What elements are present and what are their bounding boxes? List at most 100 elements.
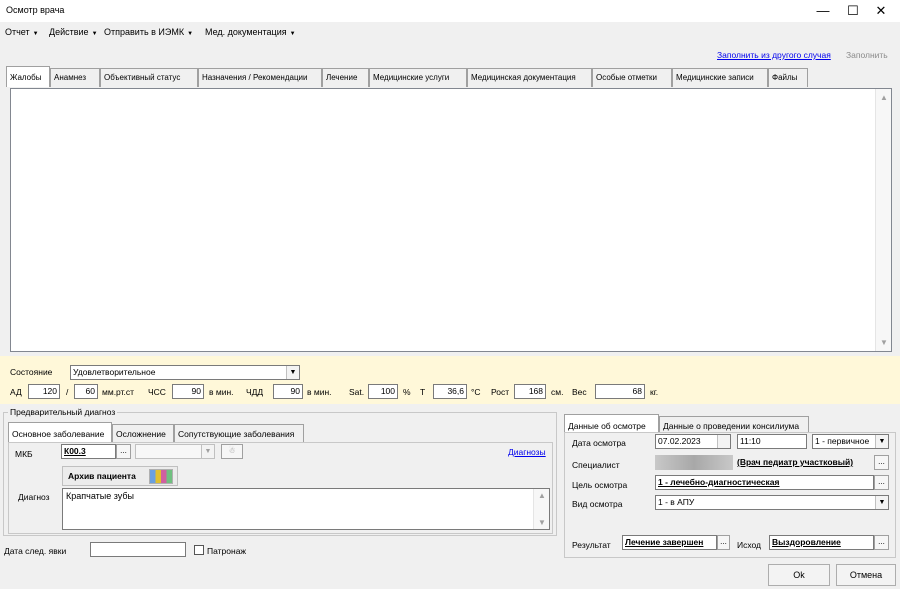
scroll-down-icon[interactable]: ▼ [876,338,892,347]
weight-input[interactable]: 68 [595,384,645,399]
tab-files[interactable]: Файлы [768,68,808,87]
rr-input[interactable]: 90 [273,384,303,399]
tab-main-disease[interactable]: Основное заболевание [8,422,112,443]
weight-unit: кг. [650,387,659,397]
fill-link[interactable]: Заполнить [846,50,888,60]
complaints-textarea[interactable]: ▲ ▼ [10,88,892,352]
close-button[interactable]: ✕ [866,0,896,22]
menu-bar: Отчет ▼ Действие ▼ Отправить в ИЭМК ▼ Мед. … [0,22,900,42]
tab-complaints[interactable]: Жалобы [6,66,50,87]
cancel-button[interactable]: Отмена [836,564,896,586]
mkb-browse-button[interactable]: ... [116,444,131,459]
patronage-label: Патронаж [207,546,247,556]
exam-date-input[interactable]: 07.02.2023 [655,434,731,449]
outcome-browse-button[interactable]: ... [874,535,889,550]
exam-kind-label: Вид осмотра [572,499,623,509]
purpose-label: Цель осмотра [572,480,628,490]
diagnosis-textarea[interactable]: Крапчатые зубы ▲ ▼ [62,488,550,530]
state-label: Состояние [10,367,53,377]
exam-kind-select[interactable]: 1 - в АПУ ▼ [655,495,889,510]
menu-report[interactable]: Отчет ▼ [5,27,39,37]
minimize-button[interactable]: — [808,0,838,22]
sat-unit: % [403,387,411,397]
specialist-name-redacted [655,455,733,470]
result-label: Результат [572,540,611,550]
temperature-unit: °С [471,387,481,397]
tab-prescriptions[interactable]: Назначения / Рекомендации [198,68,322,87]
exam-type-select[interactable]: 1 - первичное ▼ [812,434,889,449]
archive-button[interactable]: Архив пациента [62,466,178,486]
next-visit-input[interactable] [90,542,186,557]
mkb-secondary-select[interactable]: ▼ [135,444,215,459]
chevron-down-icon: ▼ [32,31,39,37]
tab-objective-status[interactable]: Объективный статус [100,68,198,87]
hr-label: ЧСС [148,387,166,397]
chevron-down-icon[interactable]: ▼ [875,496,888,509]
diagnosis-scrollbar[interactable]: ▲ ▼ [533,489,549,529]
result-input[interactable]: Лечение завершен [622,535,717,550]
tab-anamnesis[interactable]: Анамнез [50,68,100,87]
tab-concomitant-diseases[interactable]: Сопутствующие заболевания [174,424,304,443]
tab-medical-documentation[interactable]: Медицинская документация [467,68,592,87]
next-visit-label: Дата след. явки [4,546,67,556]
archive-button-label: Архив пациента [68,471,136,481]
ok-button[interactable]: Ok [768,564,830,586]
calendar-dropdown-icon[interactable] [717,435,730,448]
menu-med-docs[interactable]: Мед. документация ▼ [205,27,296,37]
maximize-button[interactable]: ☐ [838,0,868,22]
chevron-down-icon[interactable]: ▼ [201,445,214,458]
vitals-panel: Состояние Удовлетворительное ▼ АД 120 / … [0,356,900,404]
title-bar: Осмотр врача — ☐ ✕ [0,0,900,22]
ad-unit: мм.рт.ст [102,387,135,397]
rr-unit: в мин. [307,387,332,397]
scroll-up-icon[interactable]: ▲ [876,93,892,102]
height-input[interactable]: 168 [514,384,546,399]
tab-medical-records[interactable]: Медицинские записи [672,68,768,87]
tab-medical-services[interactable]: Медицинские услуги [369,68,467,87]
books-icon [149,469,173,484]
chevron-down-icon: ▼ [187,31,194,37]
mkb-input[interactable]: К00.3 [61,444,116,459]
chevron-down-icon: ▼ [289,31,296,37]
sat-input[interactable]: 100 [368,384,398,399]
outcome-input[interactable]: Выздоровление [769,535,874,550]
diagnoses-link[interactable]: Диагнозы [508,447,546,457]
ad-label: АД [10,387,22,397]
chevron-down-icon: ▼ [91,31,98,37]
exam-date-label: Дата осмотра [572,438,626,448]
state-select[interactable]: Удовлетворительное ▼ [70,365,300,380]
ad-diastolic-input[interactable]: 60 [74,384,98,399]
ad-systolic-input[interactable]: 120 [28,384,60,399]
vertical-scrollbar[interactable]: ▲ ▼ [875,89,891,351]
person-icon[interactable]: ☃ [221,444,243,459]
tab-special-notes[interactable]: Особые отметки [592,68,672,87]
chevron-down-icon[interactable]: ▼ [875,435,888,448]
mkb-label: МКБ [15,449,33,459]
tab-treatment[interactable]: Лечение [322,68,369,87]
chevron-down-icon[interactable]: ▼ [286,366,299,379]
weight-label: Вес [572,387,587,397]
temperature-label: Т [420,387,426,397]
result-browse-button[interactable]: ... [717,535,730,550]
hr-input[interactable]: 90 [172,384,204,399]
prelim-diagnosis-legend: Предварительный диагноз [8,407,118,417]
temperature-input[interactable]: 36,6 [433,384,467,399]
tab-complication[interactable]: Осложнение [112,424,174,443]
specialist-browse-button[interactable]: ... [874,455,889,470]
outcome-label: Исход [737,540,762,550]
fill-from-other-link[interactable]: Заполнить из другого случая [717,50,831,60]
patronage-checkbox[interactable] [194,545,204,555]
menu-action[interactable]: Действие ▼ [49,27,98,37]
diagnosis-text: Крапчатые зубы [66,491,134,501]
specialist-value[interactable]: (Врач педиатр участковый) [737,457,853,467]
specialist-label: Специалист [572,460,620,470]
purpose-input[interactable]: 1 - лечебно-диагностическая [655,475,874,490]
height-unit: см. [551,387,564,397]
scroll-up-icon[interactable]: ▲ [534,491,550,500]
scroll-down-icon[interactable]: ▼ [534,518,550,527]
purpose-browse-button[interactable]: ... [874,475,889,490]
sat-label: Sat. [349,387,365,397]
diagnosis-label: Диагноз [18,492,50,502]
menu-send-iemk[interactable]: Отправить в ИЭМК ▼ [104,27,193,37]
exam-time-input[interactable]: 11:10 [737,434,807,449]
